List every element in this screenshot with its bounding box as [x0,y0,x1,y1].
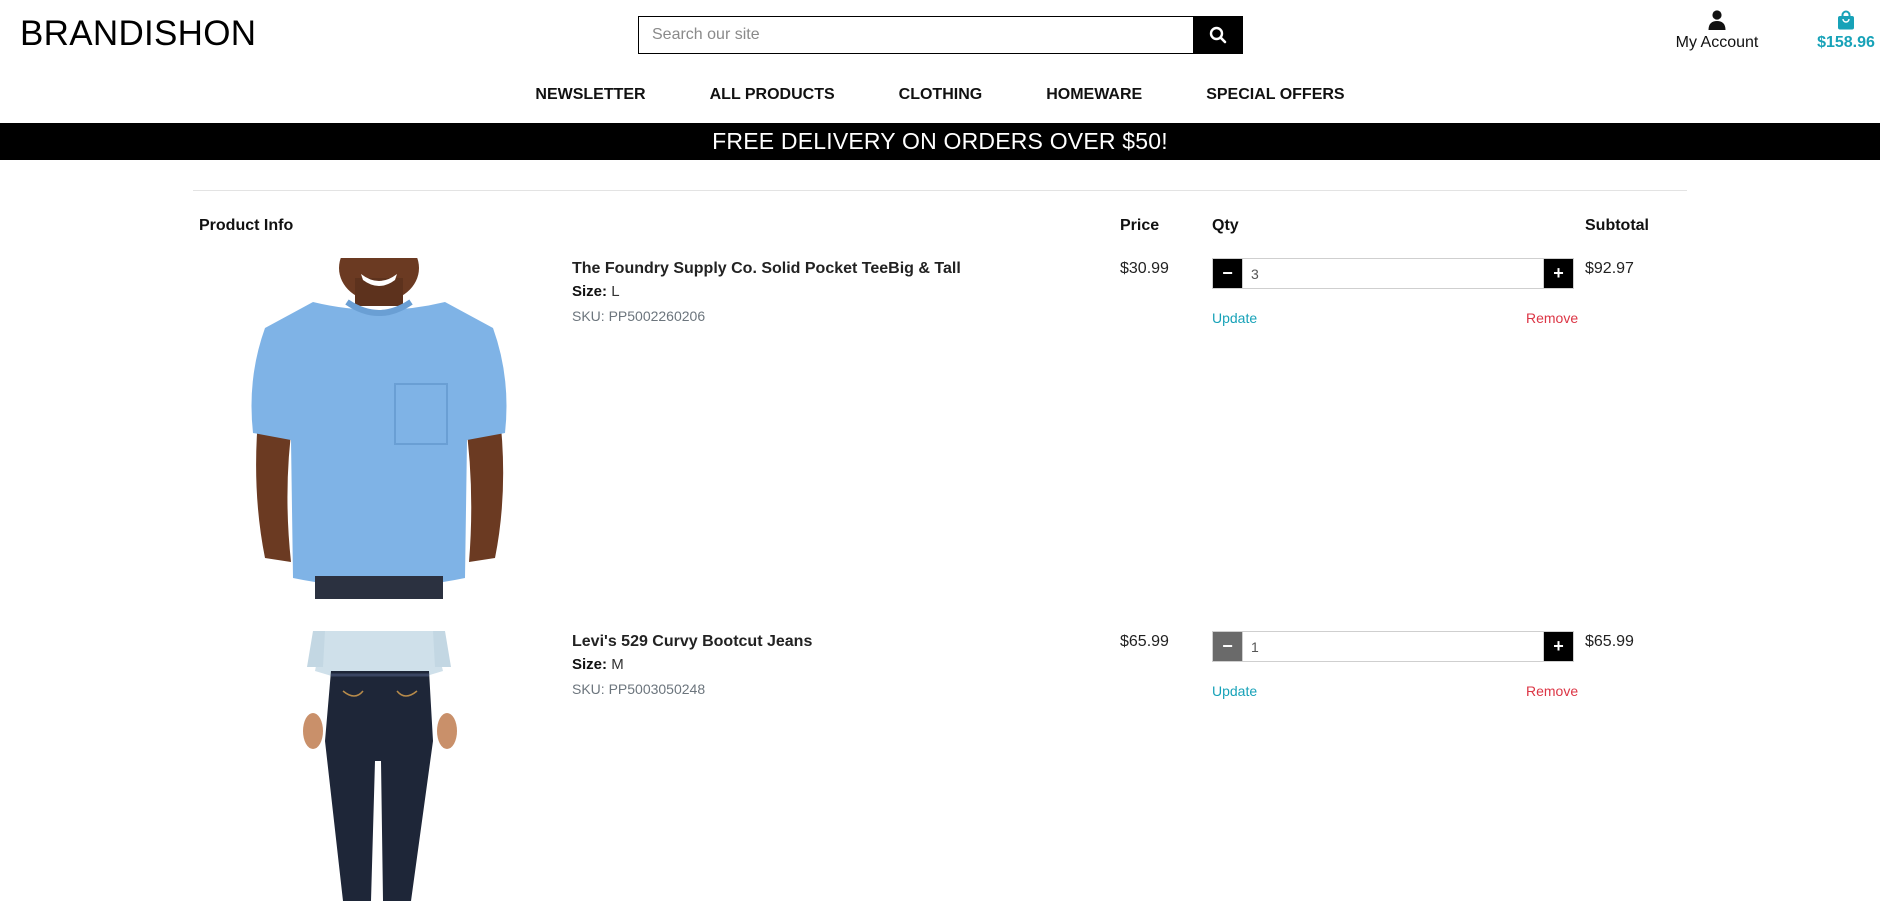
size-label: Size: [572,283,608,300]
cart-item: Levi's 529 Curvy Bootcut Jeans Size: M S… [193,631,1687,901]
jeans-image [243,631,515,901]
remove-link[interactable]: Remove [1526,683,1578,699]
my-account-link[interactable]: My Account [1670,10,1764,52]
nav-homeware[interactable]: HOMEWARE [1014,86,1174,104]
nav-clothing[interactable]: CLOTHING [867,86,1015,104]
free-delivery-banner: FREE DELIVERY ON ORDERS OVER $50! [0,123,1880,160]
quantity-stepper: − + [1212,631,1574,662]
nav-all-products[interactable]: ALL PRODUCTS [678,86,867,104]
bag-total: $158.96 [1817,34,1875,51]
product-sku: SKU: PP5002260206 [572,308,706,324]
main-nav: NEWSLETTER ALL PRODUCTS CLOTHING HOMEWAR… [0,86,1880,104]
increment-button[interactable]: + [1544,259,1573,288]
header-qty: Qty [1212,217,1239,234]
update-link[interactable]: Update [1212,310,1257,326]
product-size: Size: L [572,283,620,300]
nav-special-offers[interactable]: SPECIAL OFFERS [1174,86,1376,104]
header-product-info: Product Info [199,217,294,234]
quantity-stepper: − + [1212,258,1574,289]
product-price: $65.99 [1120,633,1169,650]
product-image-tee[interactable] [243,258,515,599]
size-value: M [611,656,624,673]
product-name[interactable]: Levi's 529 Curvy Bootcut Jeans [572,633,812,651]
my-account-label: My Account [1675,34,1759,51]
cart-item: The Foundry Supply Co. Solid Pocket TeeB… [193,258,1687,599]
header-price: Price [1120,217,1160,234]
product-sku: SKU: PP5003050248 [572,681,706,697]
quantity-input[interactable] [1242,259,1544,288]
search-input[interactable] [639,17,1193,53]
shopping-bag-link[interactable]: $158.96 [1798,10,1880,52]
increment-button[interactable]: + [1544,632,1573,661]
search-icon [1209,26,1226,44]
search-form [638,16,1243,54]
update-link[interactable]: Update [1212,683,1257,699]
decrement-button[interactable]: − [1213,259,1242,288]
user-icon [1708,10,1726,30]
size-value: L [611,283,620,300]
tee-image [243,258,515,599]
product-size: Size: M [572,656,624,673]
item-subtotal: $92.97 [1585,260,1634,277]
product-name[interactable]: The Foundry Supply Co. Solid Pocket TeeB… [572,260,961,278]
shopping-bag-icon [1838,10,1854,30]
header-subtotal: Subtotal [1585,217,1649,234]
item-subtotal: $65.99 [1585,633,1634,650]
quantity-input[interactable] [1242,632,1544,661]
product-price: $30.99 [1120,260,1169,277]
cart-table: Product Info Price Qty Subtotal The Foun… [193,190,1687,901]
decrement-button[interactable]: − [1213,632,1242,661]
brand-logo[interactable]: BRANDISHON [20,14,256,54]
search-button[interactable] [1193,17,1242,53]
site-header: BRANDISHON My Account $158.96 NEWSLETTER… [0,0,1880,123]
remove-link[interactable]: Remove [1526,310,1578,326]
nav-newsletter[interactable]: NEWSLETTER [503,86,677,104]
product-image-jeans[interactable] [243,631,515,901]
size-label: Size: [572,656,608,673]
